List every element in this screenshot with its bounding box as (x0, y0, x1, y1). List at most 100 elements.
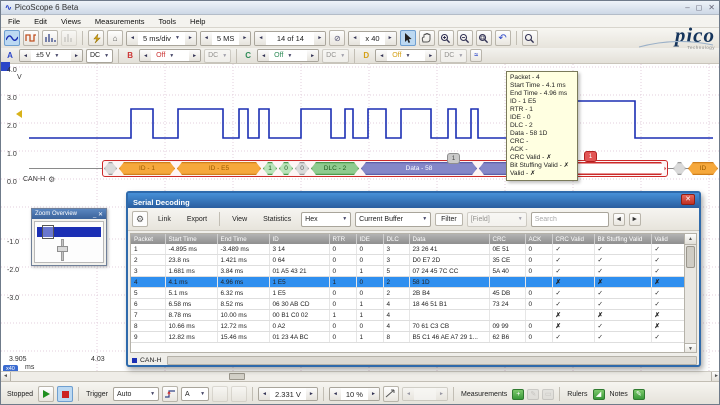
decode-bubble-id[interactable]: ID - E5 (177, 162, 261, 175)
zoom-out-button[interactable] (457, 30, 473, 46)
spectrum-view-button[interactable] (42, 30, 58, 46)
field-select[interactable]: [Field]▼ (467, 212, 527, 227)
trigger-edge-icon[interactable] (162, 386, 178, 402)
table-row[interactable]: 810.66 ms12.72 ms0 A200470 61 C3 CB09 99… (131, 321, 687, 332)
table-hscrollbar[interactable] (167, 356, 697, 365)
start-capture-button[interactable] (38, 386, 54, 402)
channel-d-range-spinner[interactable]: ◄ Off▼ ► (375, 49, 437, 62)
notes-button[interactable]: ✎ (633, 389, 645, 400)
header-cell[interactable]: ACK (525, 234, 552, 244)
scroll-up-icon[interactable]: ▲ (685, 234, 696, 245)
header-cell[interactable]: Start Time (165, 234, 217, 244)
samples-next-icon[interactable]: ► (239, 32, 250, 45)
table-row[interactable]: 1-4.895 ms-3.489 ms3 1400323 26 410E 510… (131, 244, 687, 255)
table-row[interactable]: 44.1 ms4.96 ms1 E510258 1D✗✗✗ (131, 277, 687, 288)
menu-item-file[interactable]: File (8, 17, 20, 26)
search-prev-icon[interactable]: ◄ (613, 213, 625, 226)
table-row[interactable]: 912.82 ms15.46 ms01 23 4A BC018B5 C1 46 … (131, 332, 687, 343)
minimize-icon[interactable]: – (685, 3, 689, 12)
menu-item-views[interactable]: Views (61, 17, 81, 26)
menu-item-measurements[interactable]: Measurements (95, 17, 145, 26)
header-cell[interactable]: RTR (329, 234, 356, 244)
decode-bubble-id[interactable]: ID (688, 162, 718, 175)
menu-item-help[interactable]: Help (190, 17, 205, 26)
rulers-button[interactable]: ◢ (593, 389, 605, 400)
zoom-slider-handle[interactable] (57, 246, 68, 252)
decode-bubble-dlc[interactable]: DLC - 2 (311, 162, 359, 175)
decode-bubble-data[interactable]: Data - 58 (361, 162, 477, 175)
maximize-icon[interactable]: ◻ (696, 3, 703, 12)
zoom-next-icon[interactable]: ► (385, 32, 396, 45)
channel-a-range-spinner[interactable]: ◄ ±5 V▼ ► (19, 49, 83, 62)
timebase-prev-icon[interactable]: ◄ (127, 32, 138, 45)
search-next-icon[interactable]: ► (629, 213, 641, 226)
delete-measurement-button[interactable]: ▭ (542, 389, 554, 400)
search-input[interactable] (531, 212, 609, 227)
zoom-overview-window[interactable]: Zoom Overview _ ✕ (31, 208, 107, 266)
header-cell[interactable]: CRC Valid (552, 234, 594, 244)
channel-b-coupling-select[interactable]: DC▼ (204, 49, 231, 63)
header-cell[interactable]: IDE (356, 234, 383, 244)
trigger-level-spinner[interactable]: ◄2.331 V► (258, 387, 318, 401)
zoom-in-button[interactable] (438, 30, 454, 46)
filter-button[interactable]: Filter (435, 213, 463, 226)
table-row[interactable]: 66.58 ms8.52 ms06 30 AB CD01418 46 51 B1… (131, 299, 687, 310)
zoom-prev-icon[interactable]: ◄ (349, 32, 360, 45)
timebase-spinner[interactable]: ◄ 5 ms/div▼ ► (126, 31, 197, 46)
close-icon[interactable]: ✕ (681, 194, 695, 205)
channel-legend[interactable]: CAN-H (130, 357, 162, 364)
export-button[interactable]: Export (181, 213, 213, 226)
hand-pan-button[interactable] (419, 30, 435, 46)
scroll-thumb[interactable] (686, 246, 695, 268)
range-next-icon[interactable]: ► (71, 50, 82, 61)
serial-decoding-titlebar[interactable]: Serial Decoding ✕ (128, 193, 699, 208)
channel-a-coupling-select[interactable]: DC▼ (86, 49, 113, 63)
home-settings-icon[interactable]: ⌂ (107, 30, 123, 46)
trigger-adv-button[interactable] (212, 386, 228, 402)
scroll-down-icon[interactable]: ▼ (685, 343, 696, 353)
pointer-tool-button[interactable] (400, 30, 416, 46)
header-cell[interactable]: ID (269, 234, 329, 244)
header-cell[interactable]: CRC (489, 234, 525, 244)
probe-wizard-icon[interactable] (88, 30, 104, 46)
trigger-channel-select[interactable]: A▼ (181, 387, 209, 401)
zoom-factor-spinner[interactable]: ◄ x 40 ► (348, 31, 396, 46)
format-select[interactable]: Hex▼ (301, 212, 351, 227)
pretrigger-spinner[interactable]: ◄10 %► (329, 387, 380, 401)
close-icon[interactable]: ✕ (708, 3, 715, 12)
table-row[interactable]: 55.1 ms6.32 ms1 E50022B B445 DB0✓✓✓ (131, 288, 687, 299)
gear-icon[interactable]: ⚙ (132, 211, 148, 227)
persistence-view-button[interactable] (23, 30, 39, 46)
add-measurement-button[interactable]: + (512, 389, 524, 400)
header-cell[interactable]: Bit Stuffing Valid (594, 234, 651, 244)
decode-bubble-id[interactable]: ID - 1 (119, 162, 175, 175)
decode-bubble-marker-red[interactable]: 1 (584, 151, 597, 162)
menu-item-edit[interactable]: Edit (34, 17, 47, 26)
edit-measurement-button[interactable]: ✎ (527, 389, 539, 400)
signal-generator-icon[interactable]: ≈ (470, 49, 482, 62)
table-row[interactable]: 223.8 ns1.421 ms0 64003D0 E7 2D35 CE0✓✓✓ (131, 255, 687, 266)
range-prev-icon[interactable]: ◄ (20, 50, 31, 61)
view-button[interactable]: View (226, 213, 253, 226)
undo-zoom-button[interactable]: ↶ (495, 30, 511, 46)
channel-c-chip[interactable]: C (242, 51, 254, 60)
statistics-button[interactable]: Statistics (257, 213, 297, 226)
zoom-full-button[interactable] (522, 30, 538, 46)
channel-b-chip[interactable]: B (124, 51, 136, 60)
decode-bubble-marker-gray[interactable]: 1 (447, 153, 460, 164)
timebase-next-icon[interactable]: ► (185, 32, 196, 45)
channel-c-range-spinner[interactable]: ◄ Off▼ ► (257, 49, 319, 62)
minimize-icon[interactable]: _ (93, 212, 96, 218)
scroll-left-icon[interactable]: ◄ (1, 372, 11, 381)
zoom-overview-body[interactable] (34, 221, 104, 263)
delay-spinner[interactable]: ◄► (402, 387, 448, 401)
channel-b-range-spinner[interactable]: ◄ Off▼ ► (139, 49, 201, 62)
buffer-spinner[interactable]: ◄ 14 of 14 ► (254, 31, 326, 46)
scope-hscrollbar[interactable]: ◄ ► (1, 371, 720, 381)
zoom-region-handle[interactable] (42, 225, 54, 239)
samples-spinner[interactable]: ◄ 5 MS ► (200, 31, 252, 46)
header-cell[interactable]: Data (409, 234, 489, 244)
table-scrollbar[interactable]: ▲ ▼ (684, 234, 696, 353)
decode-bubble-crc-invalid[interactable] (569, 162, 666, 175)
scroll-thumb[interactable] (229, 373, 245, 380)
